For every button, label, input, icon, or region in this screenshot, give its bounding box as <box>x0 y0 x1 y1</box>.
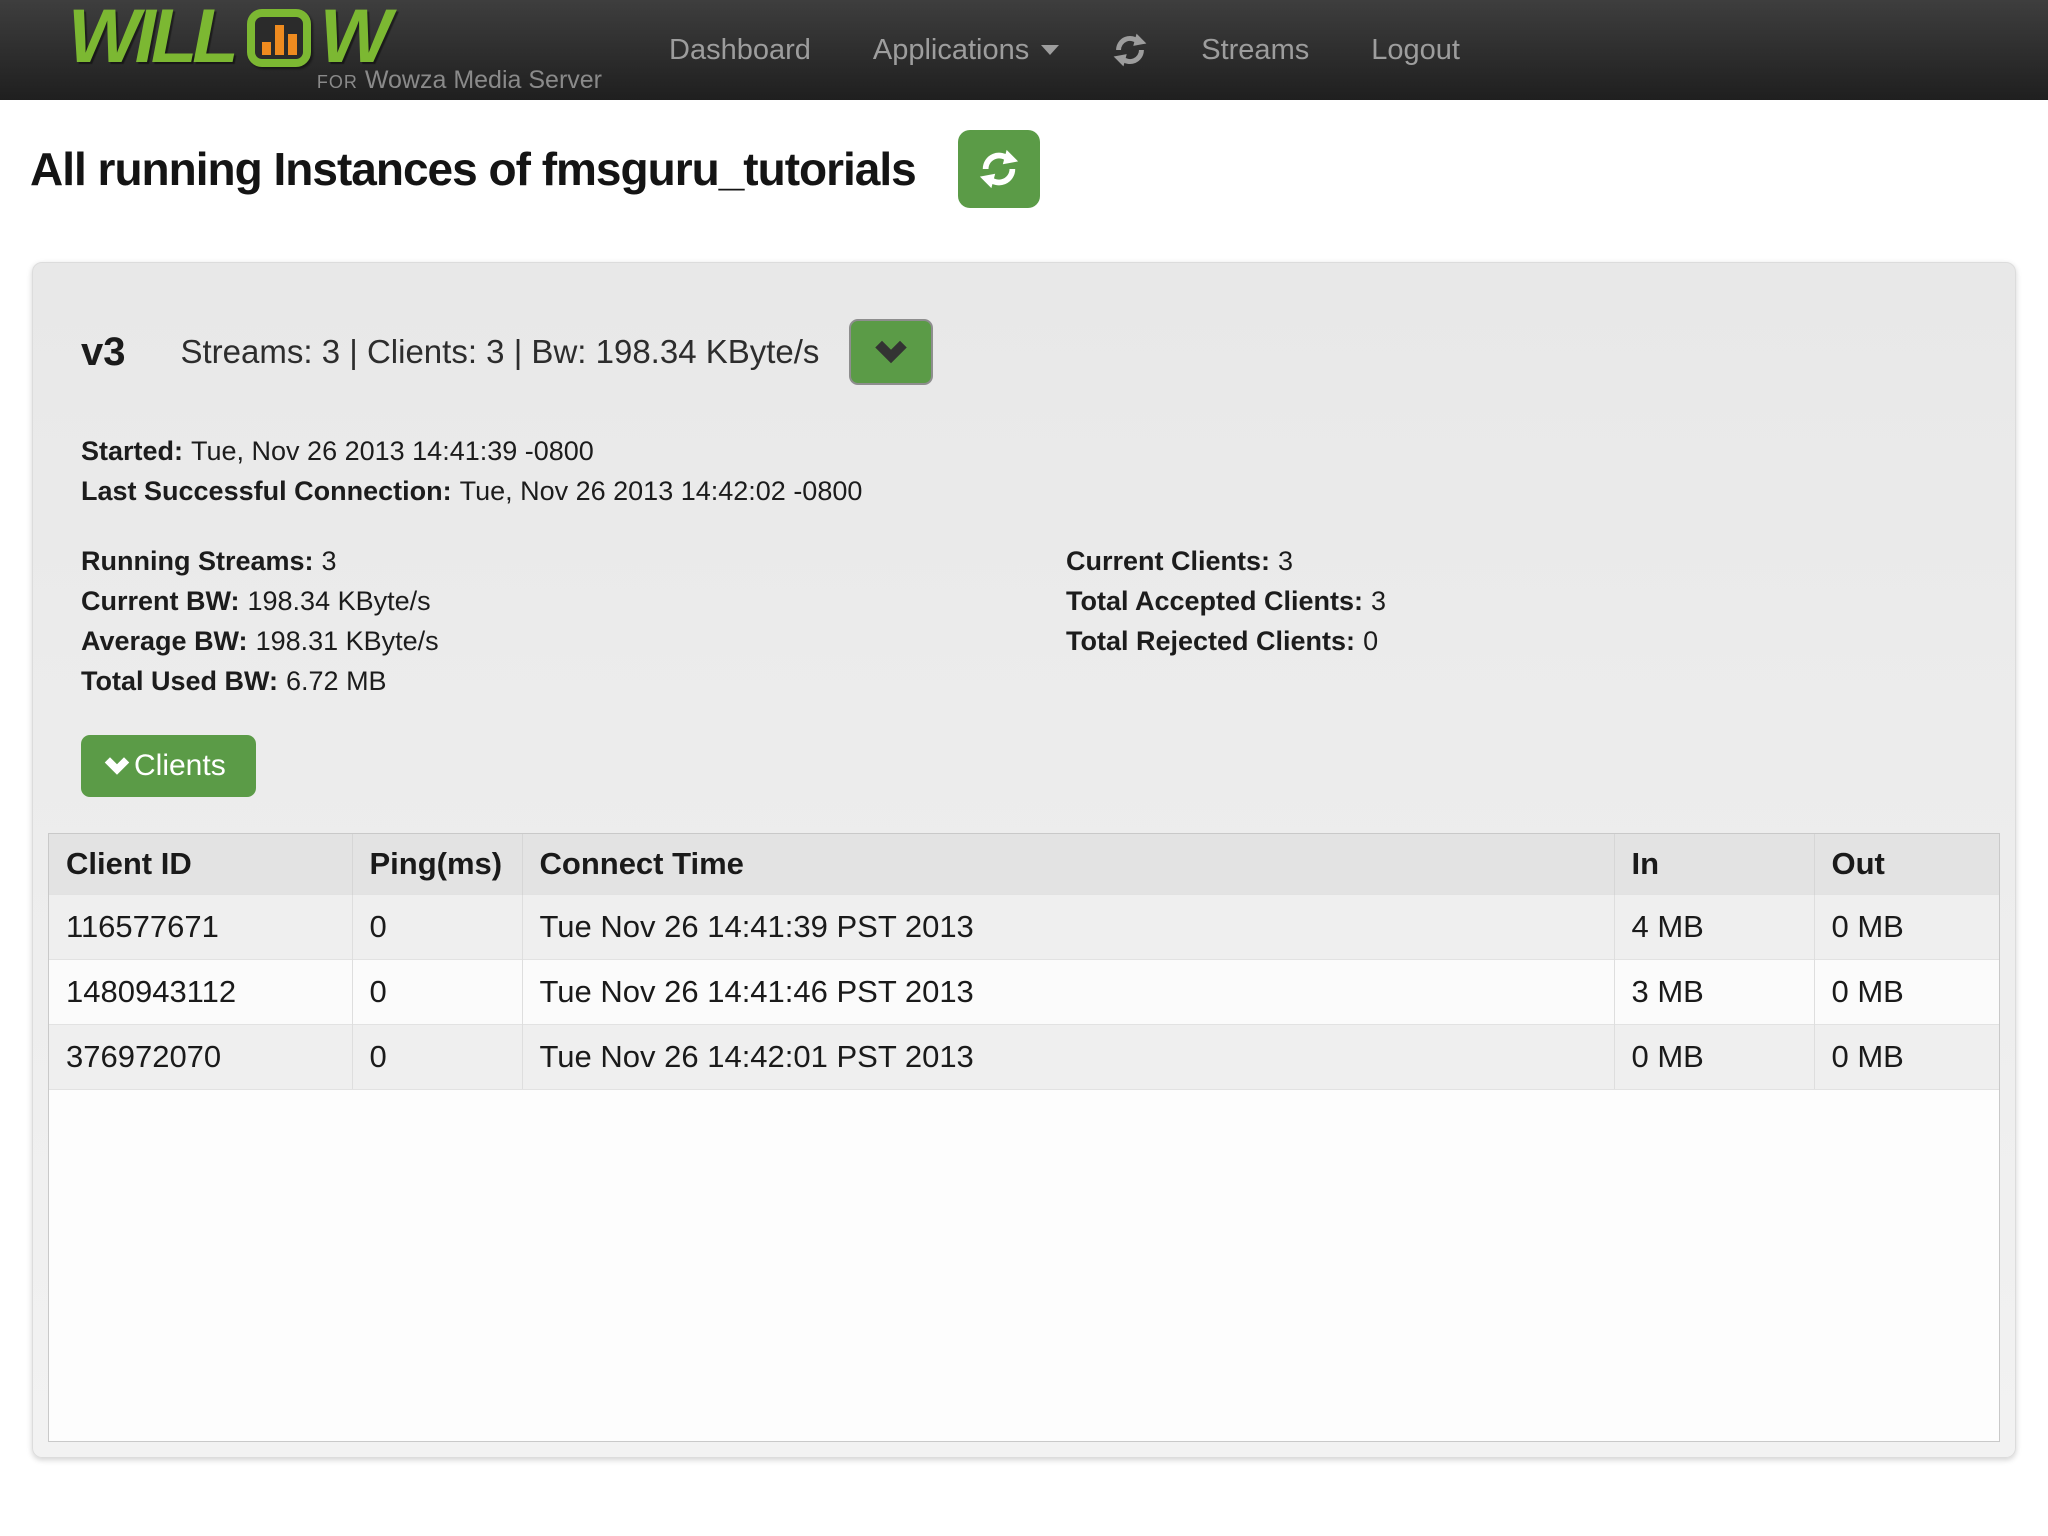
started-line: Started:Tue, Nov 26 2013 14:41:39 -0800 <box>81 431 2015 471</box>
cell-connect-time: Tue Nov 26 14:41:46 PST 2013 <box>522 960 1614 1025</box>
cell-connect-time: Tue Nov 26 14:42:01 PST 2013 <box>522 1025 1614 1090</box>
clients-toggle-button[interactable]: Clients <box>81 735 256 797</box>
chevron-down-icon <box>1041 45 1059 55</box>
nav-menu: Dashboard Applications Streams Logout <box>638 32 1491 68</box>
stat-total-rejected-clients: Total Rejected Clients:0 <box>1066 621 1386 661</box>
willow-wordmark: WILL W <box>68 5 608 70</box>
chevron-down-icon <box>873 338 909 366</box>
instance-collapse-button[interactable] <box>849 319 933 385</box>
column-header-in: In <box>1614 834 1814 895</box>
table-header-row: Client ID Ping(ms) Connect Time In Out <box>49 834 1999 895</box>
column-header-out: Out <box>1814 834 1999 895</box>
instance-summary: Streams: 3 | Clients: 3 | Bw: 198.34 KBy… <box>181 333 820 371</box>
willow-logo[interactable]: WILL W FOR Wowza Media Server <box>68 5 608 95</box>
refresh-icon <box>1112 32 1148 68</box>
instance-timestamps: Started:Tue, Nov 26 2013 14:41:39 -0800 … <box>81 431 2015 511</box>
stats-column-left: Running Streams:3 Current BW:198.34 KByt… <box>81 541 1066 701</box>
instance-name: v3 <box>81 330 126 375</box>
bar-chart-logo-icon <box>246 9 312 67</box>
nav-item-logout[interactable]: Logout <box>1340 34 1491 67</box>
cell-connect-time: Tue Nov 26 14:41:39 PST 2013 <box>522 895 1614 960</box>
stat-running-streams: Running Streams:3 <box>81 541 1066 581</box>
cell-out: 0 MB <box>1814 895 1999 960</box>
table-row: 376972070 0 Tue Nov 26 14:42:01 PST 2013… <box>49 1025 1999 1090</box>
instance-stats: Running Streams:3 Current BW:198.34 KByt… <box>81 541 2015 701</box>
stat-total-used-bw: Total Used BW:6.72 MB <box>81 661 1066 701</box>
cell-out: 0 MB <box>1814 960 1999 1025</box>
wordmark-left: WILL <box>68 5 234 70</box>
table-row: 1480943112 0 Tue Nov 26 14:41:46 PST 201… <box>49 960 1999 1025</box>
cell-ping: 0 <box>352 1025 522 1090</box>
cell-in: 3 MB <box>1614 960 1814 1025</box>
table-row: 116577671 0 Tue Nov 26 14:41:39 PST 2013… <box>49 895 1999 960</box>
page-title: All running Instances of fmsguru_tutoria… <box>30 142 916 196</box>
cell-in: 4 MB <box>1614 895 1814 960</box>
refresh-icon <box>978 148 1020 190</box>
cell-ping: 0 <box>352 960 522 1025</box>
clients-table: Client ID Ping(ms) Connect Time In Out 1… <box>48 833 2000 1442</box>
stat-total-accepted-clients: Total Accepted Clients:3 <box>1066 581 1386 621</box>
nav-item-streams[interactable]: Streams <box>1170 34 1340 67</box>
stats-column-right: Current Clients:3 Total Accepted Clients… <box>1066 541 1386 701</box>
stat-current-clients: Current Clients:3 <box>1066 541 1386 581</box>
stat-current-bw: Current BW:198.34 KByte/s <box>81 581 1066 621</box>
top-navbar: WILL W FOR Wowza Media Server Dashboard … <box>0 0 2048 100</box>
column-header-ping: Ping(ms) <box>352 834 522 895</box>
page-refresh-button[interactable] <box>958 130 1040 208</box>
chevron-down-icon <box>103 755 131 777</box>
instance-header: v3 Streams: 3 | Clients: 3 | Bw: 198.34 … <box>81 263 2015 385</box>
cell-in: 0 MB <box>1614 1025 1814 1090</box>
table-empty-area <box>49 1089 1999 1441</box>
column-header-client-id: Client ID <box>49 834 352 895</box>
instance-panel: v3 Streams: 3 | Clients: 3 | Bw: 198.34 … <box>32 262 2016 1458</box>
cell-out: 0 MB <box>1814 1025 1999 1090</box>
cell-client-id: 1480943112 <box>49 960 352 1025</box>
nav-item-dashboard[interactable]: Dashboard <box>638 34 842 67</box>
page-header: All running Instances of fmsguru_tutoria… <box>30 130 2048 208</box>
column-header-connect-time: Connect Time <box>522 834 1614 895</box>
cell-ping: 0 <box>352 895 522 960</box>
cell-client-id: 116577671 <box>49 895 352 960</box>
last-connection-line: Last Successful Connection:Tue, Nov 26 2… <box>81 471 2015 511</box>
nav-refresh-button[interactable] <box>1090 32 1170 68</box>
stat-average-bw: Average BW:198.31 KByte/s <box>81 621 1066 661</box>
nav-item-applications[interactable]: Applications <box>842 34 1090 67</box>
cell-client-id: 376972070 <box>49 1025 352 1090</box>
wordmark-right: W <box>320 5 387 70</box>
